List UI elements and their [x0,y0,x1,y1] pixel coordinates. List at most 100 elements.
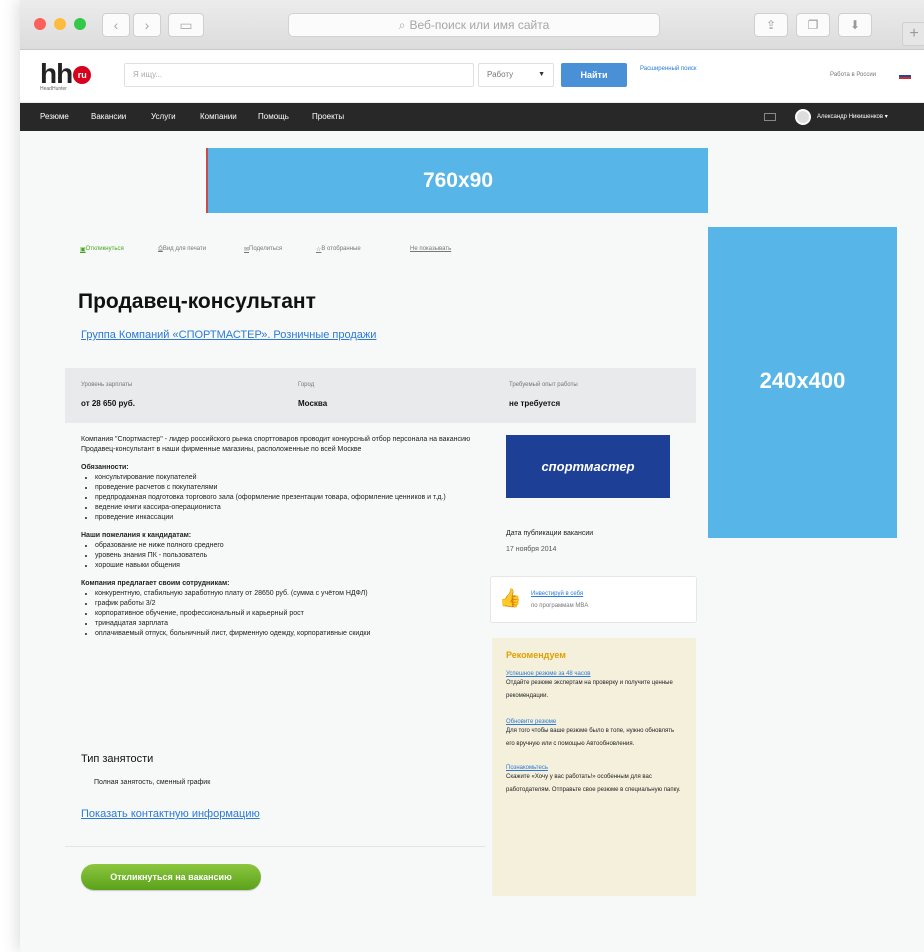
back-button[interactable]: ‹ [102,13,130,37]
recommendations-panel: Рекомендуем Успешное резюме за 48 часов … [492,638,696,896]
description-intro: Компания "Спортмастер" - лидер российско… [81,436,471,453]
employment-value: Полная занятость, сменный график [94,779,211,786]
downloads-button[interactable]: ⬇ [838,13,872,37]
experience-label: Требуемый опыт работы [509,382,578,388]
advanced-search-link[interactable]: Расширенный поиск [640,65,710,74]
offers-heading: Компания предлагает своим сотрудникам: [81,580,230,587]
publication-label: Дата публикации вакансии [506,530,594,537]
salary-label: Уровень зарплаты [81,382,133,388]
tabs-button[interactable]: ❐ [796,13,830,37]
mba-promo[interactable]: 👍 Инвестируй в себя по программам MBA [490,576,697,623]
list-item: тринадцатая зарплата [95,619,471,629]
share-icon: ⇪ [765,18,777,32]
sidebar-icon: ▭ [179,17,193,33]
hide-link[interactable]: Не показывать [410,246,451,252]
list-item: ведение книги кассира-операциониста [95,503,471,513]
region-link[interactable]: Работа в России [830,72,876,78]
rec-text: Скажите «Хочу у вас работать!» особенным… [506,774,681,793]
menu-item-vacancies[interactable]: Вакансии [91,112,126,121]
experience-block: Требуемый опыт работы не требуется [509,382,578,408]
share-label: Поделиться [249,246,283,252]
tabs-icon: ❐ [807,18,819,32]
find-button[interactable]: Найти [561,63,627,87]
side-ad-banner[interactable]: 240x400 [708,227,897,538]
mail-icon[interactable] [764,113,776,121]
top-ad-banner[interactable]: 760x90 [206,148,708,213]
address-placeholder: Веб-поиск или имя сайта [409,18,550,32]
company-link[interactable]: Группа Компаний «СПОРТМАСТЕР». Розничные… [81,329,376,341]
mba-link[interactable]: Инвестируй в себя [531,591,583,597]
list-item: проведение расчетов с покупателями [95,483,471,493]
browser-window: ‹ › ▭ ⌕ Веб-поиск или имя сайта ⇪ ❐ ⬇ + h… [20,0,924,952]
zoom-window-button[interactable] [74,18,86,30]
search-icon: ⌕ [398,18,406,32]
hh-logo[interactable]: hh ru HeadHunter [40,58,92,92]
share-button[interactable]: ⇪ [754,13,788,37]
salary-block: Уровень зарплаты от 28 650 руб. [81,382,135,408]
salary-value: от 28 650 руб. [81,399,135,408]
mba-subtext: по программам MBA [531,603,589,609]
rec-text: Отдайте резюме экспертам на проверку и п… [506,680,673,699]
site-header: hh ru HeadHunter Я ищу... Работу ▼ Найти … [20,50,924,103]
vacancy-title: Продавец-консультант [78,290,316,313]
wishes-list: образование не ниже полного среднего уро… [95,541,471,571]
minimize-window-button[interactable] [54,18,66,30]
list-item: оплачиваемый отпуск, больничный лист, фи… [95,629,471,639]
user-avatar[interactable] [795,109,811,125]
recommendations-title: Рекомендуем [506,650,566,660]
list-item: консультирование покупателей [95,473,471,483]
search-input[interactable]: Я ищу... [124,63,474,87]
menu-item-projects[interactable]: Проекты [312,112,344,121]
logo-text: hh [40,58,73,89]
employment-heading: Тип занятости [81,753,154,765]
new-tab-button[interactable]: + [902,22,924,46]
respond-action-label: Откликнуться [85,246,124,252]
forward-button[interactable]: › [133,13,161,37]
city-label: Город [298,382,315,388]
caret-down-icon: ▼ [538,71,545,78]
browser-toolbar: ‹ › ▭ ⌕ Веб-поиск или имя сайта ⇪ ❐ ⬇ + [20,0,924,50]
menu-item-resume[interactable]: Резюме [40,112,69,121]
duties-list: консультирование покупателей проведение … [95,473,471,523]
experience-value: не требуется [509,399,561,408]
list-item: образование не ниже полного среднего [95,541,471,551]
print-view-link[interactable]: ⎙ Вид для печати [158,246,206,253]
address-bar[interactable]: ⌕ Веб-поиск или имя сайта [288,13,660,37]
search-scope-select[interactable]: Работу ▼ [478,63,554,87]
chevron-left-icon: ‹ [113,17,119,33]
list-item: предпродажная подготовка торгового зала … [95,493,471,503]
list-item: график работы 3/2 [95,599,471,609]
user-name: Александр Никишенков [817,114,884,120]
close-window-button[interactable] [34,18,46,30]
side-ad-label: 240x400 [759,368,846,393]
duties-heading: Обязанности: [81,464,129,471]
user-name-menu[interactable]: Александр Никишенков ▾ [817,113,888,120]
menu-item-companies[interactable]: Компании [200,112,237,121]
city-value: Москва [298,399,328,408]
city-block: Город Москва [298,382,327,408]
russia-flag-icon [899,73,911,79]
publication-date: 17 ноября 2014 [506,546,557,553]
share-link[interactable]: ✉ Поделиться [244,246,282,253]
search-scope-value: Работу [487,70,514,79]
company-logo[interactable]: спортмастер [506,435,670,498]
download-icon: ⬇ [849,18,861,32]
sidebar-toggle-button[interactable]: ▭ [168,13,204,37]
main-menu: Резюме Вакансии Услуги Компании Помощь П… [20,103,924,131]
rec-text: Для того чтобы ваше резюме было в топе, … [506,728,675,747]
logo-badge: ru [73,66,92,84]
divider [65,846,485,847]
print-view-label: Вид для печати [162,246,207,252]
thumbs-up-icon: 👍 [499,588,522,608]
show-contacts-link[interactable]: Показать контактную информацию [81,808,260,820]
menu-item-services[interactable]: Услуги [151,112,176,121]
list-item: конкурентную, стабильную заработную плат… [95,589,471,599]
respond-button[interactable]: Откликнуться на вакансию [81,864,261,890]
offers-list: конкурентную, стабильную заработную плат… [95,589,471,639]
favorite-label: В отобранные [321,246,361,252]
favorite-link[interactable]: ☆ В отобранные [316,246,361,253]
list-item: хорошие навыки общения [95,561,471,571]
list-item: уровень знания ПК - пользователь [95,551,471,561]
respond-action-link[interactable]: ▣ Откликнуться [80,246,124,253]
menu-item-help[interactable]: Помощь [258,112,289,121]
